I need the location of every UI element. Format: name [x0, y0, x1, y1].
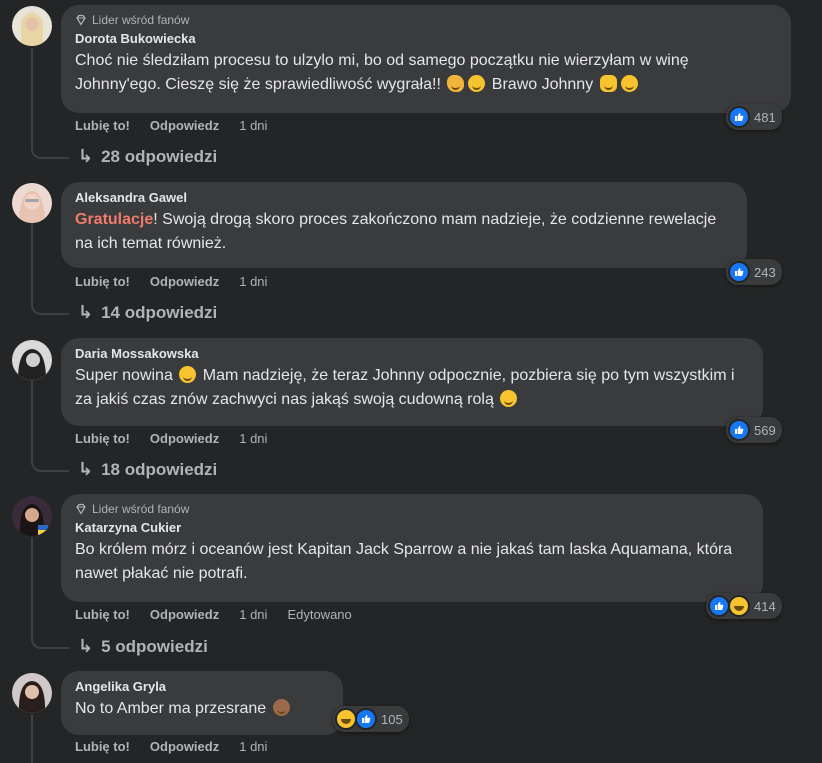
reply-arrow-icon: ↳: [78, 636, 94, 656]
like-button[interactable]: Lubię to!: [75, 739, 130, 754]
like-button[interactable]: Lubię to!: [75, 118, 130, 133]
thread-elbow: [31, 443, 69, 472]
fan-badge: Lider wśród fanów: [75, 502, 749, 516]
clapping-hands-icon: [599, 75, 617, 92]
comment-actions: Lubię to! Odpowiedz 1 dni: [75, 118, 287, 133]
comment-bubble: Aleksandra Gawel Gratulacje! Swoją drogą…: [61, 182, 747, 268]
thread-elbow: [31, 620, 69, 649]
thread-elbow: [31, 286, 69, 315]
thread-elbow: [31, 130, 69, 159]
reply-arrow-icon: ↳: [78, 302, 94, 322]
reaction-count: 243: [754, 264, 776, 280]
reply-button[interactable]: Odpowiedz: [150, 274, 219, 289]
like-reaction-icon: [728, 419, 750, 441]
comment-actions: Lubię to! Odpowiedz 1 dni Edytowano: [75, 607, 372, 622]
comment-text: Bo królem mórz i oceanów jest Kapitan Ja…: [75, 541, 733, 582]
comment-bubble: Daria Mossakowska Super nowina Mam nadzi…: [61, 338, 763, 426]
view-replies-link[interactable]: ↳ 28 odpowiedzi: [78, 146, 217, 167]
comment-author[interactable]: Katarzyna Cukier: [75, 520, 749, 535]
timestamp[interactable]: 1 dni: [239, 431, 267, 446]
grin-icon: [468, 75, 486, 92]
comment-bubble: Lider wśród fanów Dorota Bukowiecka Choć…: [61, 5, 791, 113]
comment-author[interactable]: Daria Mossakowska: [75, 346, 749, 361]
reaction-summary[interactable]: 481: [726, 104, 782, 130]
replies-count: 14 odpowiedzi: [101, 302, 218, 322]
comment-author[interactable]: Dorota Bukowiecka: [75, 31, 777, 46]
like-reaction-icon: [728, 261, 750, 283]
reaction-count: 569: [754, 422, 776, 438]
comment-bubble: Lider wśród fanów Katarzyna Cukier Bo kr…: [61, 494, 763, 602]
like-button[interactable]: Lubię to!: [75, 274, 130, 289]
reply-arrow-icon: ↳: [78, 146, 94, 166]
avatar[interactable]: [12, 6, 52, 46]
comment-text-part: Choć nie śledziłam procesu to ulzylo mi,…: [75, 52, 689, 93]
reaction-count: 105: [381, 711, 403, 727]
reaction-summary[interactable]: 414: [706, 593, 782, 619]
comment-text: Gratulacje! Swoją drogą skoro proces zak…: [75, 208, 733, 256]
edited-label[interactable]: Edytowano: [287, 607, 351, 622]
reply-button[interactable]: Odpowiedz: [150, 607, 219, 622]
reaction-count: 481: [754, 109, 776, 125]
reaction-summary[interactable]: 105: [333, 706, 409, 732]
comment-text: Choć nie śledziłam procesu to ulzylo mi,…: [75, 49, 777, 97]
grinning-face-icon: [620, 75, 638, 92]
like-button[interactable]: Lubię to!: [75, 607, 130, 622]
fan-badge-label: Lider wśród fanów: [92, 13, 190, 27]
reaction-summary[interactable]: 243: [726, 259, 782, 285]
comment-text-part: Super nowina: [75, 367, 173, 384]
avatar[interactable]: [12, 673, 52, 713]
haha-reaction-icon: [728, 595, 750, 617]
comment-author[interactable]: Angelika Gryla: [75, 679, 329, 694]
comment-author[interactable]: Aleksandra Gawel: [75, 190, 733, 205]
comment-text-part: Brawo Johnny: [491, 76, 594, 93]
see-no-evil-monkey-icon: [272, 699, 290, 716]
avatar[interactable]: [12, 340, 52, 380]
replies-count: 28 odpowiedzi: [101, 146, 218, 166]
comment-actions: Lubię to! Odpowiedz 1 dni: [75, 274, 287, 289]
like-reaction-icon: [708, 595, 730, 617]
fan-badge: Lider wśród fanów: [75, 13, 777, 27]
timestamp[interactable]: 1 dni: [239, 118, 267, 133]
highlighted-word[interactable]: Gratulacje: [75, 211, 153, 228]
comments-thread: Lider wśród fanów Dorota Bukowiecka Choć…: [0, 0, 822, 763]
avatar[interactable]: [12, 183, 52, 223]
reply-button[interactable]: Odpowiedz: [150, 739, 219, 754]
fan-badge-label: Lider wśród fanów: [92, 502, 190, 516]
smiling-face-icon: [179, 366, 197, 383]
comment-actions: Lubię to! Odpowiedz 1 dni: [75, 739, 287, 754]
timestamp[interactable]: 1 dni: [239, 739, 267, 754]
reply-button[interactable]: Odpowiedz: [150, 431, 219, 446]
reply-button[interactable]: Odpowiedz: [150, 118, 219, 133]
comment-text: Super nowina Mam nadzieję, że teraz John…: [75, 364, 749, 412]
thread-line: [31, 714, 33, 763]
replies-count: 5 odpowiedzi: [101, 636, 208, 656]
timestamp[interactable]: 1 dni: [239, 607, 267, 622]
reaction-summary[interactable]: 569: [726, 417, 782, 443]
reaction-count: 414: [754, 598, 776, 614]
comment-text: No to Amber ma przesrane: [75, 697, 329, 721]
diamond-icon: [76, 14, 86, 26]
like-reaction-icon: [355, 708, 377, 730]
comment-text-part: Mam nadzieję, że teraz Johnny odpocznie,…: [75, 367, 735, 408]
diamond-icon: [76, 503, 86, 515]
avatar[interactable]: [12, 496, 52, 536]
smiling-face-with-hearts-icon: [500, 390, 518, 407]
timestamp[interactable]: 1 dni: [239, 274, 267, 289]
view-replies-link[interactable]: ↳ 14 odpowiedzi: [78, 302, 217, 323]
like-button[interactable]: Lubię to!: [75, 431, 130, 446]
flexed-biceps-icon: [447, 75, 465, 92]
view-replies-link[interactable]: ↳ 5 odpowiedzi: [78, 636, 208, 657]
comment-text-part: ! Swoją drogą skoro proces zakończono ma…: [75, 211, 717, 252]
comment-bubble: Angelika Gryla No to Amber ma przesrane: [61, 671, 343, 735]
comment-actions: Lubię to! Odpowiedz 1 dni: [75, 431, 287, 446]
view-replies-link[interactable]: ↳ 18 odpowiedzi: [78, 459, 217, 480]
reply-arrow-icon: ↳: [78, 459, 94, 479]
like-reaction-icon: [728, 106, 750, 128]
comment-text-part: No to Amber ma przesrane: [75, 700, 267, 717]
replies-count: 18 odpowiedzi: [101, 459, 218, 479]
haha-reaction-icon: [335, 708, 357, 730]
